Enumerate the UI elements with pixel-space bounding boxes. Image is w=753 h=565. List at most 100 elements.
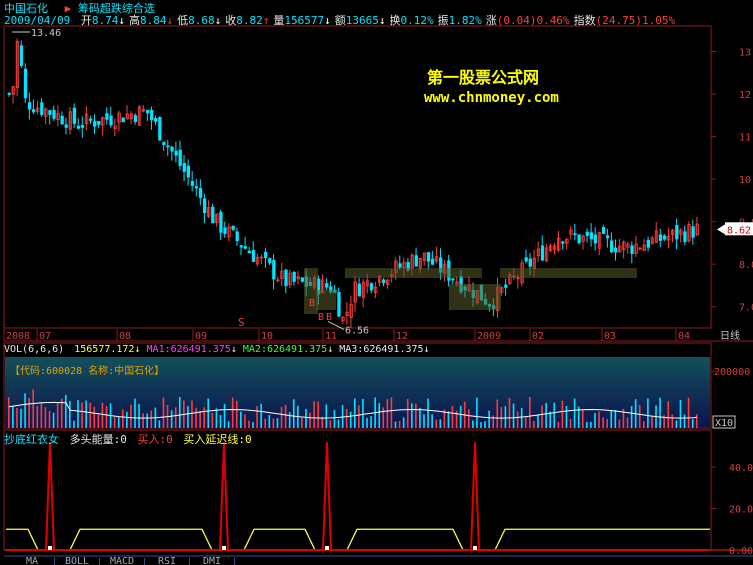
volume-bar: [423, 414, 425, 428]
volume-bar: [370, 416, 372, 428]
quote-value: 13665: [345, 14, 379, 27]
candle-body: [89, 118, 93, 121]
indicator-tabbar: MA BOLL MACD RSI DMI: [10, 557, 235, 565]
indicator-tick-label: 40.00: [729, 463, 753, 474]
candle-body: [32, 109, 36, 113]
volume-bar: [174, 407, 177, 428]
volume-bar: [508, 397, 511, 428]
indicator-tick-label: 20.00: [729, 505, 753, 516]
volume-bar: [488, 410, 490, 428]
quote-arrow: ↓: [166, 14, 174, 27]
chip-zone: [345, 268, 482, 278]
tab-rsi[interactable]: RSI: [145, 557, 190, 565]
volume-ma2-arrow: ↓: [327, 344, 334, 355]
volume-bar: [211, 412, 214, 428]
candle-body: [605, 235, 610, 239]
quote-item: 量156577↓: [273, 14, 330, 27]
quote-arrow: ↓: [378, 14, 386, 27]
volume-bar: [671, 414, 674, 428]
quote-item: 额13665↓: [335, 14, 386, 27]
chart-canvas[interactable]: 13.0012.0011.0010.009.008.007.008.622008…: [0, 0, 753, 565]
candle-body: [72, 107, 77, 124]
volume-bar: [382, 407, 385, 428]
volume-bar: [256, 406, 258, 428]
quote-arrow: ↓: [324, 14, 331, 27]
tab-boll[interactable]: BOLL: [55, 557, 100, 565]
volume-bar: [520, 407, 523, 428]
time-tick-label: 10: [261, 331, 273, 342]
candle-body: [646, 239, 650, 248]
indicator-panel-frame: [3, 429, 712, 551]
volume-multiplier: X10: [715, 418, 733, 429]
candle-body: [145, 109, 150, 114]
watermark-title: 第一股票公式网: [427, 68, 540, 87]
volume-bar: [280, 407, 283, 428]
quote-value: 8.68: [188, 14, 215, 27]
volume-bar: [329, 420, 332, 428]
candle-body: [121, 117, 125, 123]
volume-ma1: MA1:626491.375: [146, 344, 231, 355]
b-signal-marker: B: [326, 312, 332, 323]
candle-body: [239, 245, 243, 248]
volume-bar: [121, 409, 124, 428]
time-tick-label: 09: [195, 331, 207, 342]
volume-bar: [81, 402, 83, 428]
volume-bar: [638, 405, 641, 428]
indicator-name[interactable]: 抄底红衣女: [4, 433, 59, 446]
volume-bar: [390, 397, 393, 428]
volume-bar: [56, 402, 59, 428]
volume-bar: [516, 411, 519, 428]
time-tick-label: 02: [532, 331, 544, 342]
quote-label: 开: [80, 14, 92, 27]
volume-bar: [512, 403, 515, 428]
volume-bar: [467, 409, 470, 428]
volume-bar: [435, 419, 438, 428]
volume-bar: [626, 417, 629, 428]
main-panel-frame: [3, 25, 712, 329]
volume-bar: [581, 410, 584, 428]
tab-macd[interactable]: MACD: [100, 557, 145, 565]
volume-ma1-arrow: ↓: [230, 344, 237, 355]
tab-dmi[interactable]: DMI: [190, 557, 235, 565]
volume-bar: [451, 406, 454, 428]
volume-bar: [227, 421, 230, 428]
quote-label: 收: [225, 14, 237, 27]
tab-ma[interactable]: MA: [10, 557, 55, 565]
volume-bar: [573, 398, 576, 428]
period-label: 日线: [720, 329, 740, 342]
candle-body: [614, 247, 618, 253]
candle-body: [133, 115, 138, 122]
candle-body: [190, 181, 195, 186]
candle-body: [573, 233, 577, 236]
volume-ma3-arrow: ↓: [423, 344, 430, 355]
candle-body: [691, 226, 695, 238]
volume-bar: [187, 406, 189, 428]
volume-bar: [358, 405, 360, 428]
candle-body: [93, 121, 97, 127]
quote-date: 2009/04/09: [4, 14, 71, 27]
volume-bar: [529, 396, 531, 428]
volume-bar: [325, 404, 328, 428]
volume-bar: [533, 420, 535, 428]
candle-body: [52, 110, 56, 119]
volume-bar: [20, 408, 22, 428]
candle-body: [337, 292, 341, 317]
candle-body: [166, 145, 170, 148]
volume-bar: [366, 417, 368, 428]
quote-item: 开8.74↓: [81, 14, 125, 27]
candle-body: [561, 241, 565, 244]
candle-body: [300, 277, 304, 282]
quote-label: 低: [177, 14, 189, 27]
volume-bar: [288, 412, 291, 428]
watermark-url[interactable]: www.chnmoney.com: [424, 90, 559, 106]
volume-bar: [333, 409, 336, 428]
volume-bar: [248, 420, 250, 428]
volume-bar: [235, 400, 238, 428]
indicator-header: 抄底红衣女 多头能量:0 买入:0 买入延迟线:0: [4, 431, 252, 447]
candle-body: [251, 249, 256, 262]
volume-bar: [565, 405, 568, 428]
candle-body: [264, 251, 268, 258]
volume-bar: [691, 419, 694, 428]
quote-label: 振: [437, 14, 449, 27]
volume-bar: [630, 406, 633, 428]
